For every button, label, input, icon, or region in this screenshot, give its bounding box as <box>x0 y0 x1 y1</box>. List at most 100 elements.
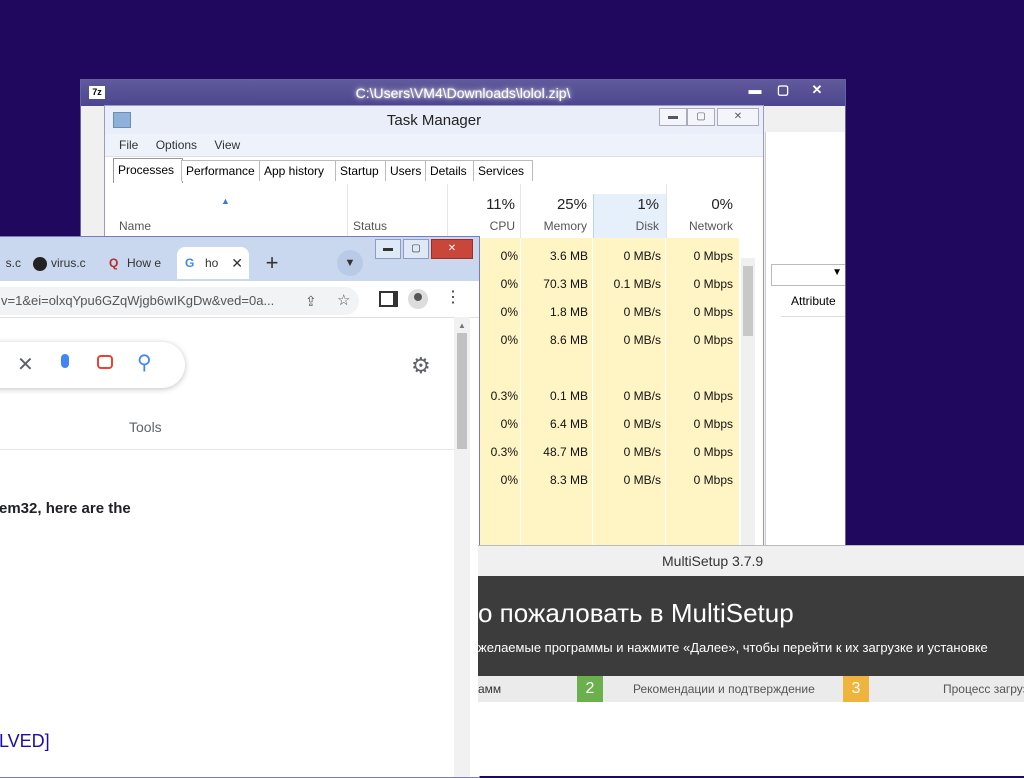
col-disk[interactable]: Disk <box>593 219 659 233</box>
results-divider <box>0 449 454 450</box>
settings-gear-icon[interactable]: ⚙ <box>411 353 431 379</box>
cell-net: 0 Mbps <box>693 277 733 291</box>
avatar-head <box>414 293 422 301</box>
tab-users[interactable]: Users <box>385 160 429 181</box>
tab-details[interactable]: Details <box>425 160 477 181</box>
ms-welcome-subtitle: желаемые программы и нажмите «Далее», чт… <box>478 640 988 655</box>
menu-view[interactable]: View <box>214 138 240 152</box>
cell-net: 0 Mbps <box>693 333 733 347</box>
tm-scrollbar-thumb[interactable] <box>743 266 753 336</box>
bookmark-star-icon[interactable]: ☆ <box>337 287 350 315</box>
chrome-tab-active-label: ho <box>205 256 219 270</box>
column-divider <box>447 184 448 238</box>
tm-close-button[interactable]: ✕ <box>717 108 759 126</box>
menu-options[interactable]: Options <box>156 138 197 152</box>
ms-header-banner: о пожаловать в MultiSetup желаемые прогр… <box>478 576 1024 676</box>
tab-performance[interactable]: Performance <box>181 160 263 181</box>
cell-disk: 0.1 MB/s <box>613 277 661 291</box>
cell-net: 0 Mbps <box>693 305 733 319</box>
chrome-tab-active[interactable]: Gho ✕ <box>177 247 249 279</box>
featured-snippet-text: em32, here are the <box>0 500 131 517</box>
github-icon <box>33 256 47 271</box>
attributes-column-header[interactable]: Attribute <box>781 290 845 317</box>
chrome-tab-3[interactable]: Q How e <box>101 247 173 279</box>
tm-scrollbar[interactable] <box>741 258 755 556</box>
google-icon: G <box>185 256 195 270</box>
ms-welcome-heading: о пожаловать в MultiSetup <box>478 598 794 628</box>
step-2-label: Рекомендации и подтверждение <box>633 682 815 696</box>
tools-button[interactable]: Tools <box>129 419 162 435</box>
tm-menubar: File Options View <box>105 134 763 157</box>
chrome-scrollbar[interactable]: ▲ <box>454 317 470 777</box>
cpu-total: 11% <box>486 196 515 213</box>
cell-disk: 0 MB/s <box>623 305 661 319</box>
step-1-label: амм <box>478 682 502 696</box>
ms-title: MultiSetup 3.7.9 <box>662 553 764 569</box>
cell-mem: 1.8 MB <box>549 305 588 319</box>
cell-net: 0 Mbps <box>693 445 733 459</box>
cell-mem: 48.7 MB <box>543 445 588 459</box>
mic-icon[interactable] <box>61 354 69 368</box>
tab-search-button[interactable]: ▼ <box>337 250 363 276</box>
step-3-label: Процесс загруз <box>943 682 1024 696</box>
tab-app-history[interactable]: App history <box>259 160 339 181</box>
chrome-tab-1-label: s.c <box>5 256 21 270</box>
cell-mem <box>521 354 588 382</box>
cell-net: 0 Mbps <box>693 417 733 431</box>
google-search-box[interactable]: ✕ ⚲ <box>0 342 185 388</box>
address-url: v=1&ei=olxqYpu6GZqWjgb6wIKgDw&ved=0a... <box>1 293 275 308</box>
tab-startup[interactable]: Startup <box>335 160 389 181</box>
chrome-maximize-button[interactable]: ▢ <box>403 239 429 259</box>
cell-net: 0 Mbps <box>693 389 733 403</box>
tm-titlebar[interactable]: Task Manager ▬ ▢ ✕ <box>105 106 763 134</box>
cell-disk: 0 MB/s <box>623 473 661 487</box>
chevron-down-icon: ▼ <box>832 267 842 278</box>
tab-services[interactable]: Services <box>473 160 533 181</box>
close-button[interactable]: ✕ <box>803 81 831 99</box>
new-tab-button[interactable]: + <box>257 249 287 279</box>
chrome-close-button[interactable]: ✕ <box>431 239 473 259</box>
zip-path-combo[interactable]: ▼ <box>771 264 845 286</box>
col-cpu[interactable]: CPU <box>449 219 515 233</box>
col-network[interactable]: Network <box>667 219 733 233</box>
profile-avatar[interactable] <box>408 289 428 309</box>
sort-up-icon: ▲ <box>221 196 230 206</box>
side-panel-icon[interactable] <box>379 291 398 307</box>
cell-mem: 6.4 MB <box>549 417 588 431</box>
search-icon[interactable]: ⚲ <box>137 350 152 375</box>
maximize-button[interactable]: ▢ <box>769 81 797 99</box>
col-memory[interactable]: Memory <box>521 219 587 233</box>
close-tab-icon[interactable]: ✕ <box>231 247 243 279</box>
quora-icon: Q <box>109 256 119 270</box>
menu-kebab-icon[interactable]: ⋮ <box>445 287 461 307</box>
tm-minimize-button[interactable]: ▬ <box>659 108 687 126</box>
zip-titlebar[interactable]: 7z C:\Users\VM4\Downloads\lolol.zip\ ▬ ▢… <box>81 80 845 106</box>
tm-tabs: Processes Performance App history Startu… <box>113 158 763 183</box>
col-name[interactable]: Name <box>119 219 151 233</box>
camera-search-icon[interactable] <box>97 355 113 369</box>
share-icon[interactable]: ⇪ <box>305 287 317 315</box>
menu-file[interactable]: File <box>119 138 138 152</box>
tab-processes[interactable]: Processes <box>113 158 183 183</box>
chrome-tab-2[interactable]: virus.c <box>25 247 97 279</box>
minimize-button[interactable]: ▬ <box>741 81 769 99</box>
chrome-toolbar: v=1&ei=olxqYpu6GZqWjgb6wIKgDw&ved=0a... … <box>0 281 479 318</box>
chrome-scrollbar-thumb[interactable] <box>457 333 467 449</box>
cell-disk: 0 MB/s <box>623 445 661 459</box>
ms-titlebar[interactable]: MultiSetup 3.7.9 <box>478 546 1024 576</box>
memory-total: 25% <box>556 196 587 213</box>
tm-column-headers: ▲ Name Status 11% CPU 25% Memory 1% Disk… <box>105 184 763 238</box>
chrome-tab-1[interactable]: s.c <box>0 247 21 279</box>
clear-icon[interactable]: ✕ <box>17 352 34 377</box>
tm-maximize-button[interactable]: ▢ <box>687 108 715 126</box>
address-bar[interactable]: v=1&ei=olxqYpu6GZqWjgb6wIKgDw&ved=0a... … <box>0 287 359 315</box>
cell-disk: 0 MB/s <box>623 249 661 263</box>
zip-window-title: C:\Users\VM4\Downloads\lolol.zip\ <box>355 85 571 101</box>
chrome-minimize-button[interactable]: ▬ <box>375 239 401 259</box>
chrome-window: s.c virus.c Q How e Gho ✕ + ▼ ▬ ▢ ✕ v=1&e… <box>0 236 480 778</box>
scroll-up-icon[interactable]: ▲ <box>458 321 466 330</box>
ms-steps-bar: амм 2 Рекомендации и подтверждение 3 Про… <box>478 676 1024 702</box>
col-status[interactable]: Status <box>353 219 387 233</box>
chrome-tab-3-label: How e <box>127 256 162 270</box>
search-result-link[interactable]: LVED] <box>0 731 50 752</box>
